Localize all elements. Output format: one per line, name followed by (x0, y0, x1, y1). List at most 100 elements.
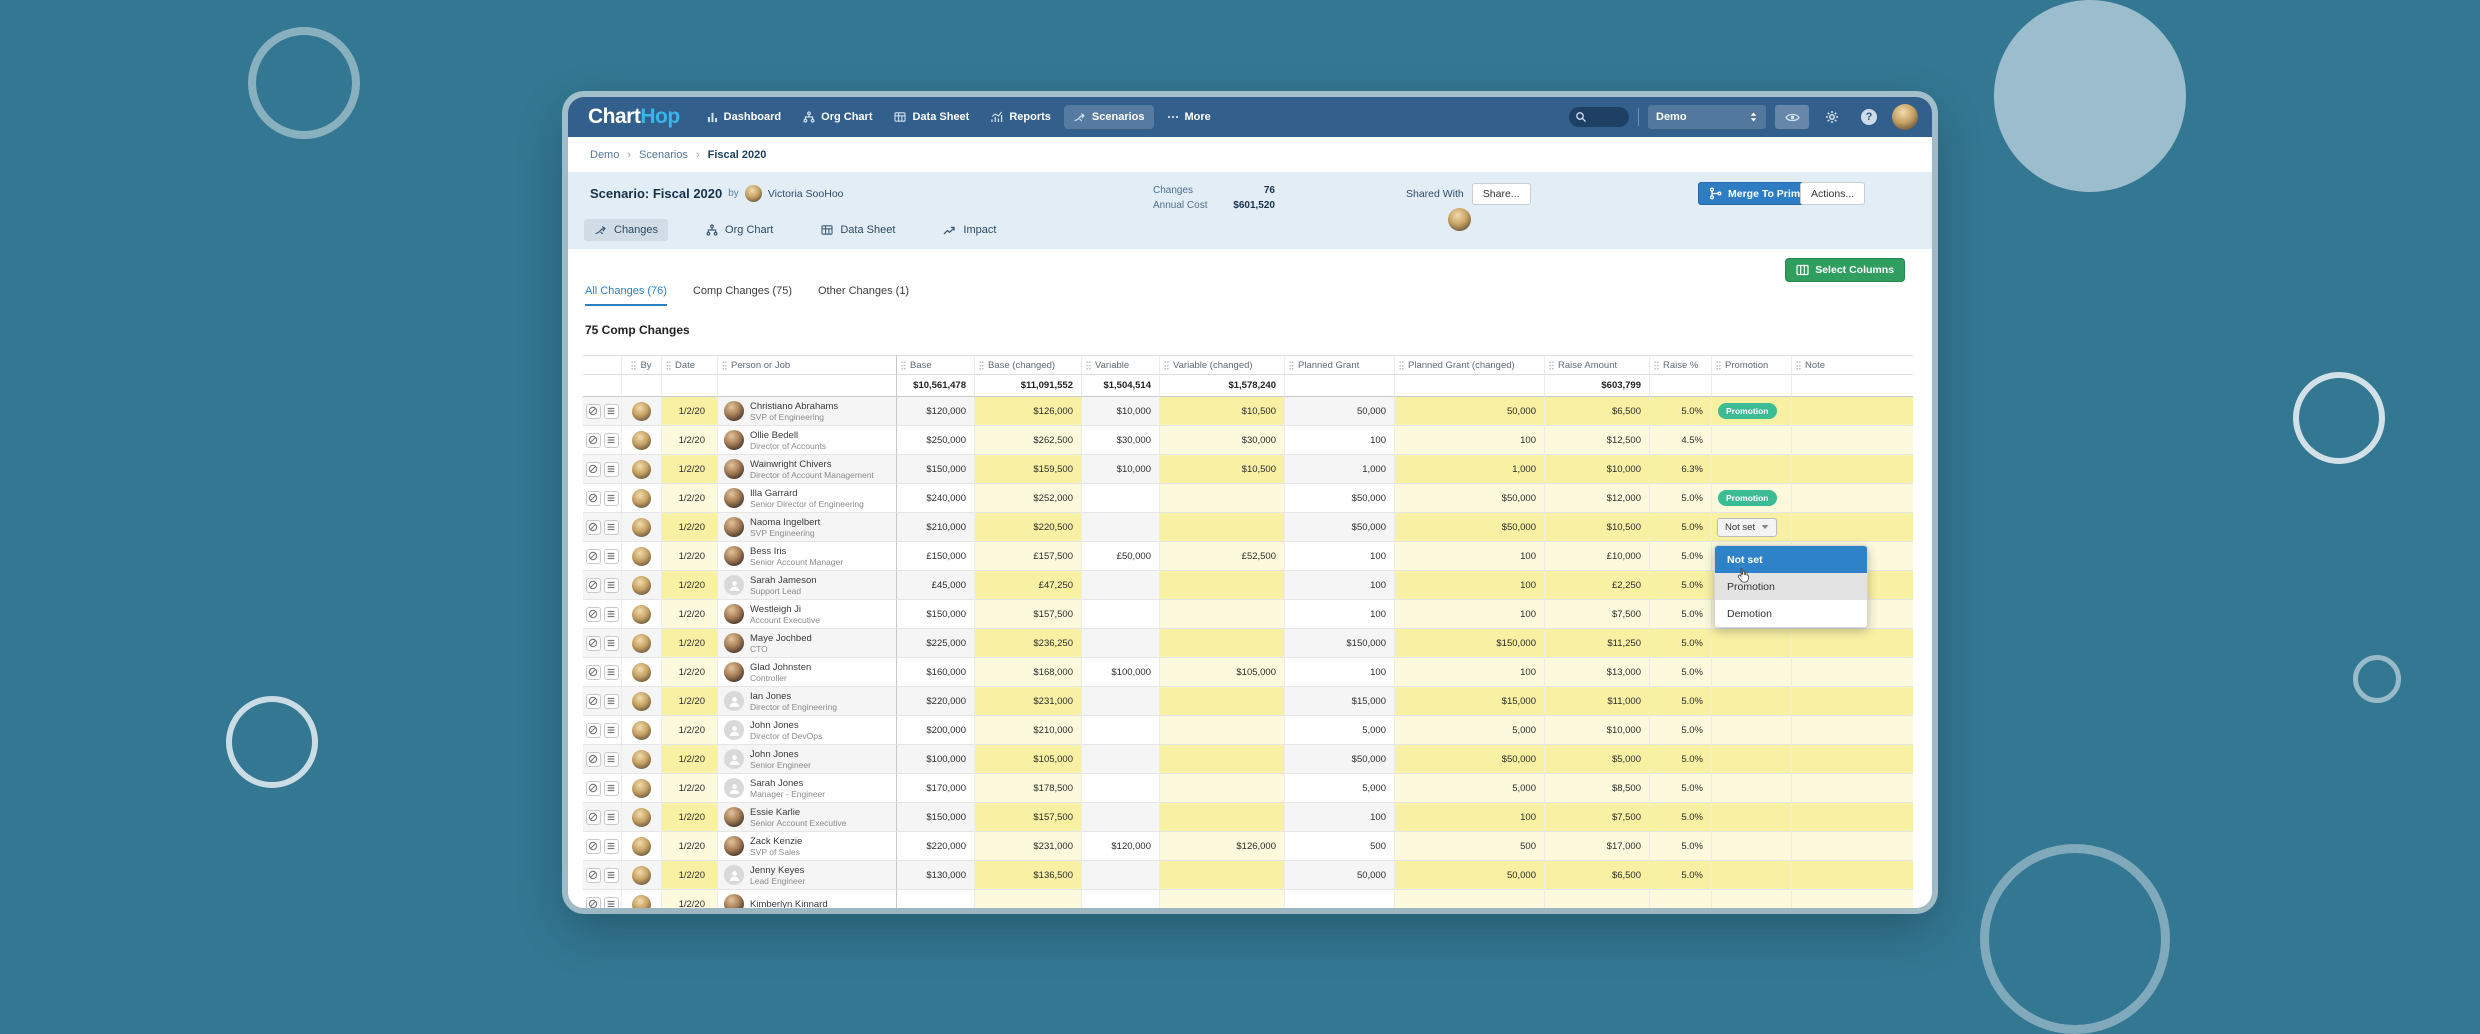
planned-grant-changed-cell[interactable]: 5,000 (1395, 716, 1545, 745)
raise-pct-cell[interactable]: 5.0% (1650, 629, 1712, 658)
person-cell[interactable]: Sarah JonesManager - Engineer (718, 774, 897, 803)
column-header-variable[interactable]: Variable (1082, 355, 1160, 375)
note-cell[interactable] (1792, 890, 1913, 908)
raise-pct-cell[interactable]: 5.0% (1650, 832, 1712, 861)
variable-changed-cell[interactable] (1160, 803, 1285, 832)
base-changed-cell[interactable]: $252,000 (975, 484, 1082, 513)
base-changed-cell[interactable] (975, 890, 1082, 908)
promotion-cell[interactable]: Not set (1712, 513, 1792, 542)
person-cell[interactable]: Ian JonesDirector of Engineering (718, 687, 897, 716)
row-menu-button[interactable] (604, 897, 619, 909)
charthop-logo[interactable]: ChartHop (588, 105, 680, 129)
person-cell[interactable]: Christiano AbrahamsSVP of Engineering (718, 397, 897, 426)
raise-pct-cell[interactable]: 5.0% (1650, 745, 1712, 774)
planned-grant-changed-cell[interactable]: 50,000 (1395, 397, 1545, 426)
filter-tab-all-changes-76[interactable]: All Changes (76) (585, 285, 667, 306)
column-header-raise[interactable]: Raise % (1650, 355, 1712, 375)
base-changed-cell[interactable]: $231,000 (975, 832, 1082, 861)
variable-changed-cell[interactable] (1160, 687, 1285, 716)
select-columns-button[interactable]: Select Columns (1785, 258, 1905, 282)
row-menu-button[interactable] (604, 549, 619, 564)
note-cell[interactable] (1792, 687, 1913, 716)
person-cell[interactable]: Wainwright ChiversDirector of Account Ma… (718, 455, 897, 484)
promotion-cell[interactable] (1712, 455, 1792, 484)
note-cell[interactable] (1792, 861, 1913, 890)
dismiss-change-button[interactable] (586, 868, 601, 883)
raise-amount-cell[interactable]: $7,500 (1545, 803, 1650, 832)
nav-item-data-sheet[interactable]: Data Sheet (885, 105, 978, 129)
promotion-cell[interactable] (1712, 426, 1792, 455)
base-changed-cell[interactable]: $105,000 (975, 745, 1082, 774)
note-cell[interactable] (1792, 832, 1913, 861)
row-menu-button[interactable] (604, 520, 619, 535)
variable-changed-cell[interactable] (1160, 600, 1285, 629)
raise-pct-cell[interactable]: 6.3% (1650, 455, 1712, 484)
note-cell[interactable] (1792, 455, 1913, 484)
promotion-cell[interactable] (1712, 774, 1792, 803)
base-changed-cell[interactable]: $159,500 (975, 455, 1082, 484)
dropdown-option-demotion[interactable]: Demotion (1715, 600, 1867, 627)
raise-pct-cell[interactable]: 5.0% (1650, 716, 1712, 745)
raise-amount-cell[interactable]: $13,000 (1545, 658, 1650, 687)
raise-amount-cell[interactable]: $7,500 (1545, 600, 1650, 629)
row-menu-button[interactable] (604, 723, 619, 738)
person-cell[interactable]: Jenny KeyesLead Engineer (718, 861, 897, 890)
raise-pct-cell[interactable]: 5.0% (1650, 513, 1712, 542)
search-input[interactable] (1569, 107, 1629, 127)
row-menu-button[interactable] (604, 694, 619, 709)
column-header-person-or-job[interactable]: Person or Job (718, 355, 897, 375)
person-cell[interactable]: Essie KarlieSenior Account Executive (718, 803, 897, 832)
dismiss-change-button[interactable] (586, 578, 601, 593)
dismiss-change-button[interactable] (586, 549, 601, 564)
note-cell[interactable] (1792, 484, 1913, 513)
planned-grant-changed-cell[interactable]: $50,000 (1395, 513, 1545, 542)
help-button[interactable]: ? (1855, 105, 1883, 129)
shared-user-avatar[interactable] (1448, 208, 1471, 231)
dismiss-change-button[interactable] (586, 810, 601, 825)
raise-amount-cell[interactable]: $11,000 (1545, 687, 1650, 716)
column-header-variable-changed[interactable]: Variable (changed) (1160, 355, 1285, 375)
promotion-cell[interactable] (1712, 803, 1792, 832)
planned-grant-changed-cell[interactable]: 1,000 (1395, 455, 1545, 484)
raise-pct-cell[interactable]: 5.0% (1650, 658, 1712, 687)
planned-grant-changed-cell[interactable]: 500 (1395, 832, 1545, 861)
row-menu-button[interactable] (604, 636, 619, 651)
planned-grant-changed-cell[interactable]: 100 (1395, 571, 1545, 600)
base-changed-cell[interactable]: $136,500 (975, 861, 1082, 890)
person-cell[interactable]: Ollie BedellDirector of Accounts (718, 426, 897, 455)
variable-changed-cell[interactable] (1160, 774, 1285, 803)
note-cell[interactable] (1792, 397, 1913, 426)
scenario-tab-changes[interactable]: Changes (584, 219, 668, 241)
raise-amount-cell[interactable]: $12,500 (1545, 426, 1650, 455)
planned-grant-changed-cell[interactable]: $150,000 (1395, 629, 1545, 658)
dismiss-change-button[interactable] (586, 781, 601, 796)
column-header-date[interactable]: Date (662, 355, 718, 375)
raise-pct-cell[interactable]: 5.0% (1650, 542, 1712, 571)
planned-grant-changed-cell[interactable]: $15,000 (1395, 687, 1545, 716)
raise-amount-cell[interactable] (1545, 890, 1650, 908)
promotion-cell[interactable] (1712, 745, 1792, 774)
promotion-cell[interactable] (1712, 687, 1792, 716)
raise-amount-cell[interactable]: $12,000 (1545, 484, 1650, 513)
row-menu-button[interactable] (604, 810, 619, 825)
column-header-base[interactable]: Base (897, 355, 975, 375)
base-changed-cell[interactable]: $210,000 (975, 716, 1082, 745)
planned-grant-changed-cell[interactable]: 100 (1395, 542, 1545, 571)
planned-grant-changed-cell[interactable]: 100 (1395, 658, 1545, 687)
row-menu-button[interactable] (604, 491, 619, 506)
note-cell[interactable] (1792, 774, 1913, 803)
base-changed-cell[interactable]: $262,500 (975, 426, 1082, 455)
variable-changed-cell[interactable]: $126,000 (1160, 832, 1285, 861)
person-cell[interactable]: Kimberlyn Kinnard (718, 890, 897, 908)
base-changed-cell[interactable]: $157,500 (975, 600, 1082, 629)
promotion-cell[interactable]: Promotion (1712, 484, 1792, 513)
column-header-note[interactable]: Note (1792, 355, 1913, 375)
person-cell[interactable]: John JonesSenior Engineer (718, 745, 897, 774)
dismiss-change-button[interactable] (586, 404, 601, 419)
planned-grant-changed-cell[interactable]: 100 (1395, 426, 1545, 455)
dismiss-change-button[interactable] (586, 491, 601, 506)
note-cell[interactable] (1792, 716, 1913, 745)
raise-amount-cell[interactable]: £10,000 (1545, 542, 1650, 571)
person-cell[interactable]: Bess IrisSenior Account Manager (718, 542, 897, 571)
nav-item-dashboard[interactable]: Dashboard (698, 105, 790, 129)
